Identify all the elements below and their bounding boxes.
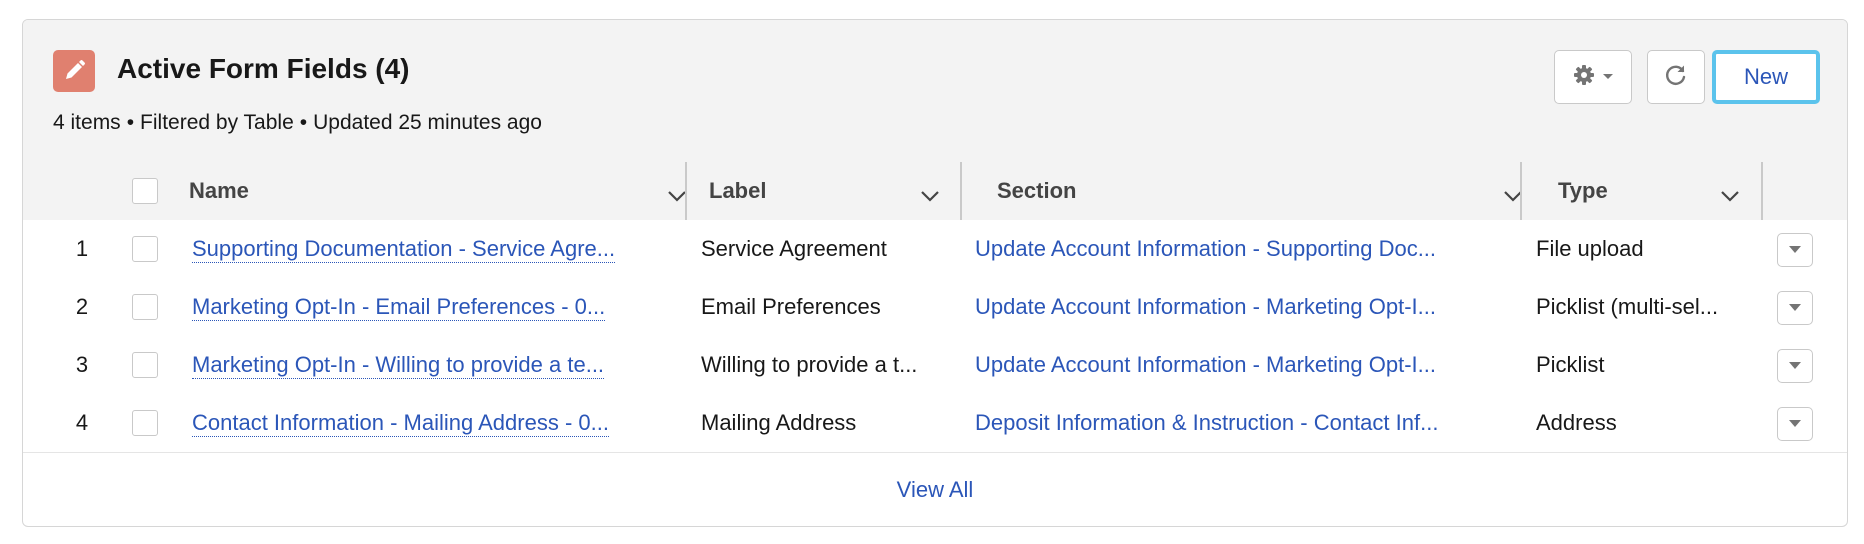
column-name-label: Name [189,178,249,203]
column-header-label[interactable]: Label [687,162,962,220]
row-actions-button[interactable] [1777,407,1813,441]
list-settings-button[interactable] [1554,50,1632,104]
row-actions-button[interactable] [1777,291,1813,325]
section-link[interactable]: Deposit Information & Instruction - Cont… [975,410,1438,436]
table-row: 2 Marketing Opt-In - Email Preferences -… [23,278,1847,337]
caret-down-icon [1788,415,1802,433]
column-type-label: Type [1558,178,1608,203]
section-cell: Update Account Information - Marketing O… [975,278,1515,336]
column-header-type[interactable]: Type [1522,162,1762,220]
row-number: 1 [75,236,89,261]
record-name-link[interactable]: Marketing Opt-In - Willing to provide a … [192,352,605,379]
item-count: 4 items [53,111,121,134]
table-row: 3 Marketing Opt-In - Willing to provide … [23,336,1847,395]
label-cell: Willing to provide a t... [701,352,918,377]
section-cell: Deposit Information & Instruction - Cont… [975,394,1515,452]
related-list-card: Active Form Fields (4) 4 items • Filtered … [22,19,1848,527]
label-cell: Service Agreement [701,236,887,261]
section-cell: Update Account Information - Supporting … [975,220,1515,278]
card-title[interactable]: Active Form Fields (4) [117,53,410,85]
type-cell: Address [1536,410,1617,435]
column-label-label: Label [709,178,767,203]
name-cell: Contact Information - Mailing Address - … [192,394,692,452]
caret-down-icon [1788,241,1802,259]
filter-info: Filtered by Table [140,111,294,134]
row-number: 2 [75,294,89,319]
refresh-icon [1663,62,1689,93]
column-divider[interactable] [1761,162,1763,220]
name-cell: Marketing Opt-In - Willing to provide a … [192,336,692,394]
chevron-down-icon[interactable] [1720,182,1740,208]
card-footer: View All [23,452,1847,526]
row-checkbox[interactable] [132,236,158,262]
pencil-icon [53,50,95,92]
gear-icon [1572,63,1596,92]
new-button[interactable]: New [1712,50,1820,104]
chevron-down-icon[interactable] [667,182,687,208]
card-meta: 4 items • Filtered by Table • Updated 25 min… [53,111,542,134]
column-section-label: Section [997,178,1077,203]
section-link[interactable]: Update Account Information - Supporting … [975,236,1436,262]
section-link[interactable]: Update Account Information - Marketing O… [975,352,1436,378]
record-name-link[interactable]: Supporting Documentation - Service Agre.… [192,236,616,263]
column-header-name[interactable]: Name [189,162,709,220]
table-row: 1 Supporting Documentation - Service Agr… [23,220,1847,279]
row-checkbox[interactable] [132,294,158,320]
card-header: Active Form Fields (4) 4 items • Filtered … [23,20,1847,163]
caret-down-icon [1788,299,1802,317]
caret-down-icon [1602,68,1614,86]
row-actions-button[interactable] [1777,233,1813,267]
view-all-link[interactable]: View All [897,477,974,503]
table-header: Name Label Section Type [23,162,1847,221]
name-cell: Marketing Opt-In - Email Preferences - 0… [192,278,692,336]
updated-info: Updated 25 minutes ago [313,111,542,134]
row-checkbox[interactable] [132,410,158,436]
column-header-section[interactable]: Section [962,162,1545,220]
caret-down-icon [1788,357,1802,375]
type-cell: Picklist [1536,352,1605,377]
select-all-checkbox[interactable] [132,178,158,204]
label-cell: Mailing Address [701,410,857,435]
record-name-link[interactable]: Marketing Opt-In - Email Preferences - 0… [192,294,606,321]
record-name-link[interactable]: Contact Information - Mailing Address - … [192,410,609,437]
new-button-label: New [1743,64,1788,89]
table-row: 4 Contact Information - Mailing Address … [23,394,1847,453]
section-link[interactable]: Update Account Information - Marketing O… [975,294,1436,320]
row-checkbox[interactable] [132,352,158,378]
refresh-button[interactable] [1647,50,1705,104]
row-number: 3 [75,352,89,377]
row-actions-button[interactable] [1777,349,1813,383]
type-cell: Picklist (multi-sel... [1536,294,1719,319]
chevron-down-icon[interactable] [920,182,940,208]
name-cell: Supporting Documentation - Service Agre.… [192,220,692,278]
type-cell: File upload [1536,236,1644,261]
section-cell: Update Account Information - Marketing O… [975,336,1515,394]
label-cell: Email Preferences [701,294,881,319]
row-number: 4 [75,410,89,435]
